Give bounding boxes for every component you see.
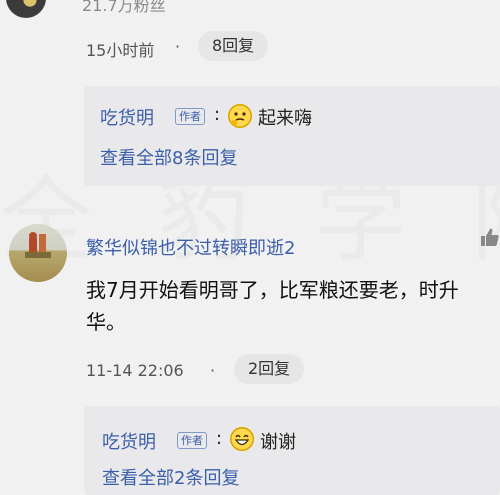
- colon: :: [216, 428, 223, 449]
- view-all-replies-link[interactable]: 查看全部8条回复: [100, 144, 237, 170]
- separator-dot: ·: [210, 361, 216, 380]
- reply-count-button[interactable]: 8回复: [198, 31, 269, 61]
- thumbs-up-icon[interactable]: [478, 226, 500, 248]
- thinking-face-icon: [228, 104, 252, 128]
- avatar[interactable]: [6, 0, 46, 18]
- username[interactable]: 繁华似锦也不过转瞬即逝2: [86, 234, 295, 260]
- reply-preview-box[interactable]: 吃货明 作者 : 谢谢 查看全部2条回复: [84, 406, 500, 495]
- author-name[interactable]: 吃货明: [102, 428, 156, 454]
- reply-text: 起来嗨: [258, 108, 312, 129]
- avatar[interactable]: [9, 224, 67, 282]
- comment-time: 15小时前: [86, 41, 155, 60]
- reply-count-button[interactable]: 2回复: [234, 354, 305, 384]
- comment-text: 我7月开始看明哥了，比军粮还要老，时升华。: [86, 278, 459, 334]
- separator-dot: ·: [175, 37, 181, 56]
- fans-count: 21.7万粉丝: [82, 0, 166, 15]
- colon: :: [214, 104, 221, 125]
- author-badge: 作者: [175, 108, 205, 125]
- reply-preview-box[interactable]: 吃货明 作者 : 起来嗨 查看全部8条回复: [84, 86, 500, 186]
- grinning-face-icon: [230, 427, 254, 451]
- view-all-replies-link[interactable]: 查看全部2条回复: [102, 464, 239, 490]
- author-name[interactable]: 吃货明: [100, 104, 154, 130]
- comment-time: 11-14 22:06: [86, 361, 184, 380]
- reply-text: 谢谢: [260, 432, 296, 453]
- author-badge: 作者: [177, 432, 207, 449]
